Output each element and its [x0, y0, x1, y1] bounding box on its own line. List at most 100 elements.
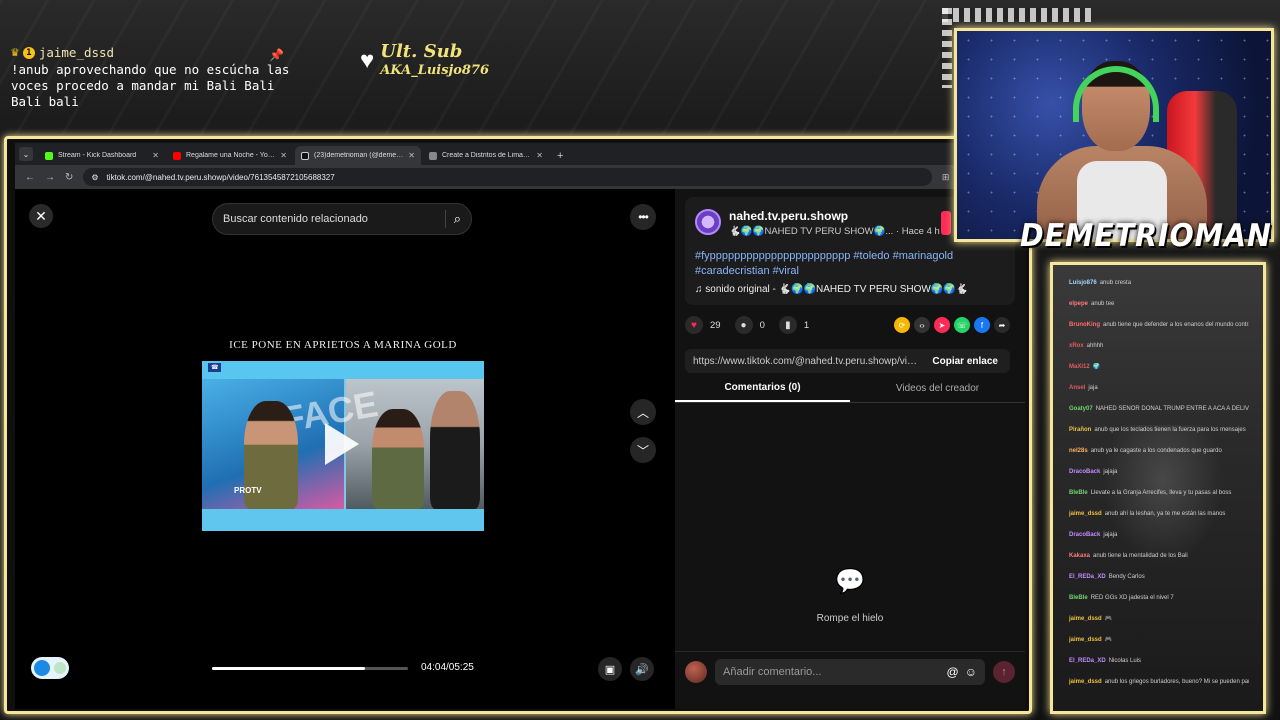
video-progress-bar[interactable] — [212, 667, 408, 670]
chat-message-user: DracoBack — [1069, 532, 1101, 538]
search-divider — [444, 210, 446, 228]
tab-kick-dashboard[interactable]: Stream - Kick Dashboard ✕ — [39, 146, 165, 165]
close-icon[interactable]: ✕ — [29, 204, 53, 228]
webcam-feed — [954, 28, 1274, 242]
tab-creator-videos[interactable]: Videos del creador — [850, 375, 1025, 402]
chat-message: nel28s anub ya le cagaste a los condenado… — [1069, 447, 1249, 455]
page-favicon-icon — [429, 151, 437, 160]
chat-message: El_REDa_XD Nicolas Luis — [1069, 657, 1249, 665]
chat-message-text: anub tee — [1091, 301, 1115, 307]
more-options-icon[interactable]: ••• — [630, 204, 656, 230]
close-icon[interactable]: ✕ — [280, 151, 287, 160]
share-arrow-icon[interactable]: ➦ — [994, 317, 1010, 333]
emoji-icon[interactable]: ☺ — [965, 665, 977, 679]
chat-user-row: ♛ 1 jaime_dssd — [11, 45, 301, 61]
facebook-icon[interactable]: f — [974, 317, 990, 333]
comment-input[interactable]: Añadir comentario... @ ☺ — [715, 658, 985, 685]
tab-comments[interactable]: Comentarios (0) — [675, 375, 850, 402]
film-strip-decoration — [942, 8, 1092, 22]
close-icon[interactable]: ✕ — [152, 151, 159, 160]
youtube-favicon-icon — [173, 151, 181, 160]
creator-avatar[interactable] — [695, 209, 721, 235]
autoscroll-toggle[interactable] — [31, 657, 69, 679]
chat-message-user: El_REDa_XD — [1069, 574, 1106, 580]
whatsapp-icon[interactable]: ☏ — [954, 317, 970, 333]
next-video-icon[interactable]: ﹀ — [630, 437, 656, 463]
forward-icon[interactable]: → — [45, 172, 55, 183]
kick-favicon-icon — [45, 151, 53, 160]
pip-icon[interactable]: ▣ — [598, 657, 622, 681]
chat-message-text: jajaja — [1103, 532, 1118, 538]
chat-message: BrunoKing anub tiene que defender a los e… — [1069, 321, 1249, 329]
tab-label: Stream - Kick Dashboard — [58, 152, 137, 159]
chat-message: El_REDa_XD Bendy Carlos — [1069, 573, 1249, 581]
play-icon[interactable] — [325, 423, 359, 465]
previous-video-icon[interactable]: ︿ — [630, 399, 656, 425]
video-caption[interactable]: #fyppppppppppppppppppppppp #toledo #mari… — [695, 249, 995, 279]
chat-message-text: anub ahí la leshan, ya te me están las m… — [1104, 511, 1226, 517]
chat-message-text: 🎮 — [1104, 637, 1113, 643]
chat-message-text: anub los griegos burladores, bueno? Mi s… — [1104, 679, 1249, 685]
mention-icon[interactable]: @ — [947, 665, 959, 679]
user-avatar[interactable] — [685, 660, 707, 683]
volume-icon[interactable]: 🔊 — [630, 657, 654, 681]
repost-icon[interactable]: ⟳ — [894, 317, 910, 333]
save-action[interactable]: ▮ 1 — [778, 316, 810, 334]
tab-youtube[interactable]: Regalame una Noche - YouTube ✕ — [167, 146, 293, 165]
video-logo: PROTV — [234, 486, 262, 495]
last-sub-title: Ult. Sub — [380, 41, 463, 62]
crown-icon: ♛ — [11, 45, 19, 60]
video-time: 04:04/05:25 — [421, 662, 474, 673]
chat-message-text: anub que los teclados tienen la fuerza p… — [1094, 427, 1246, 433]
bookmark-icon: ▮ — [778, 316, 797, 334]
video-progress-fill — [212, 667, 365, 670]
last-sub-name: AKA_Luisjo876 — [380, 63, 490, 78]
close-icon[interactable]: ✕ — [408, 151, 415, 160]
chat-message-user: El_REDa_XD — [1069, 658, 1106, 664]
chat-message-user: jaime_dssd — [1069, 679, 1102, 685]
chat-message-user: nel28s — [1069, 448, 1088, 454]
comment-count: 0 — [759, 319, 765, 331]
url-field[interactable]: ⚙ tiktok.com/@nahed.tv.peru.showp/video/… — [83, 168, 932, 186]
chat-message-text: RED GGs XD jadesta el nivel 7 — [1090, 595, 1174, 601]
search-icon[interactable]: ⌕ — [454, 211, 461, 227]
video-person-right — [430, 391, 480, 509]
like-action[interactable]: ♥ 29 — [685, 316, 721, 334]
tiktok-favicon-icon — [301, 151, 309, 160]
chat-message: xRox ahhhh — [1069, 342, 1249, 350]
chat-message-text: anub tiene que defender a los enanos del… — [1103, 322, 1249, 328]
chat-message-user: Kakaxa — [1069, 553, 1091, 559]
reload-icon[interactable]: ↻ — [65, 172, 73, 183]
video-title-text: ICE PONE EN APRIETOS A MARINA GOLD — [229, 339, 457, 351]
share-link-text[interactable]: https://www.tiktok.com/@nahed.tv.peru.sh… — [685, 356, 920, 367]
chat-message: jaime_dssd anub los griegos burladores, b… — [1069, 678, 1249, 686]
tab-tiktok[interactable]: (23)demetrioman (@demetrioman) ✕ — [295, 146, 421, 165]
copy-link-button[interactable]: Copiar enlace — [920, 356, 1010, 367]
back-icon[interactable]: ← — [25, 172, 35, 183]
comment-action[interactable]: ● 0 — [734, 316, 765, 334]
address-bar: ← → ↻ ⚙ tiktok.com/@nahed.tv.peru.showp/… — [15, 165, 1025, 189]
chat-message-text: anub ya le cagaste a los condenados que … — [1090, 448, 1222, 454]
related-search-input[interactable]: Buscar contenido relacionado ⌕ — [212, 203, 472, 235]
chat-message-user: BleBle — [1069, 595, 1088, 601]
save-count: 1 — [803, 319, 810, 331]
chat-message: Kakaxa anub tiene la mentalidad de los Ba… — [1069, 552, 1249, 560]
sound-row[interactable]: ♫ sonido original - 🐇🌍🌍NAHED TV PERU SHO… — [695, 284, 968, 295]
pinned-chat-message: ♛ 1 jaime_dssd 📌 !anub aprovechando que … — [11, 45, 301, 110]
tab-distritos[interactable]: Create a Distritos de Lima Peru ✕ — [423, 146, 549, 165]
chat-message-text: anub cresta — [1099, 280, 1132, 286]
embed-icon[interactable]: ‹› — [914, 317, 930, 333]
close-icon[interactable]: ✕ — [536, 151, 543, 160]
tiktok-video-page: ✕ Buscar contenido relacionado ⌕ ••• ICE… — [15, 189, 1025, 709]
new-tab-icon[interactable]: + — [557, 150, 563, 162]
chat-message: jaime_dssd anub ahí la leshan, ya te me e… — [1069, 510, 1249, 518]
site-info-icon[interactable]: ⚙ — [91, 173, 98, 182]
send-icon[interactable]: ➤ — [934, 317, 950, 333]
chat-message-user: xRox — [1069, 343, 1084, 349]
chat-message-text: jajaja — [1103, 469, 1118, 475]
subscriber-badge: 1 — [22, 47, 35, 59]
tab-search-button[interactable]: ⌄ — [19, 147, 33, 161]
chat-message-user: Pirañon — [1069, 427, 1092, 433]
post-comment-button[interactable]: ↑ — [993, 660, 1015, 683]
creator-name[interactable]: nahed.tv.peru.showp — [729, 209, 848, 223]
